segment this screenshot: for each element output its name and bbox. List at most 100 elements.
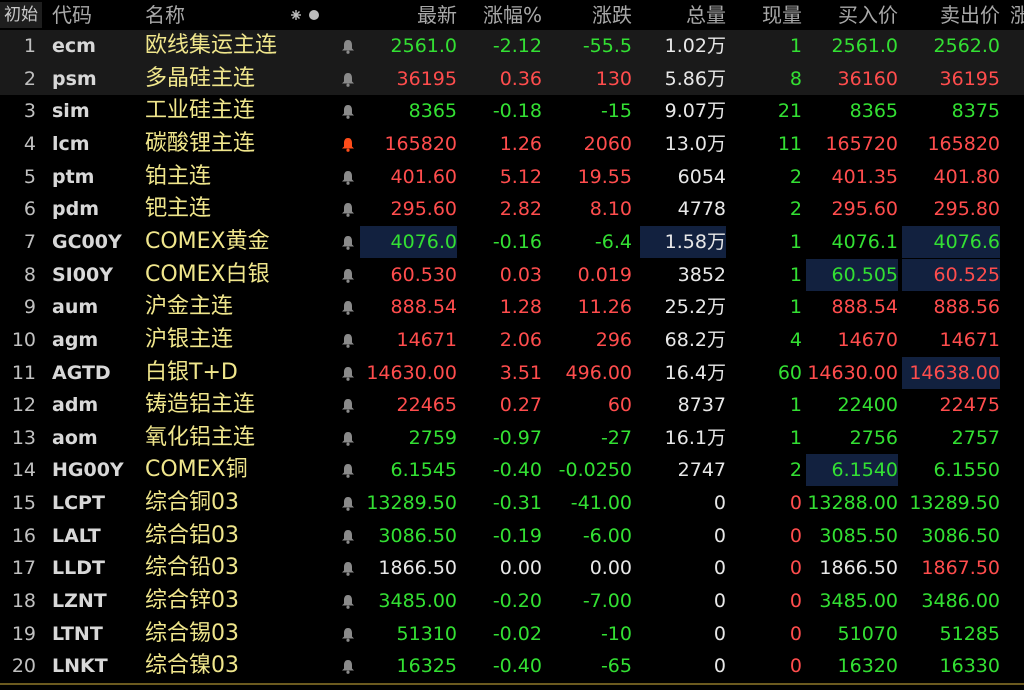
instrument-name: 沪银主连 [145, 326, 234, 352]
total-volume: 1.58万 [640, 225, 726, 258]
ask-price: 4076.6 [902, 225, 1000, 258]
col-header-more[interactable]: 涨 [1010, 0, 1024, 30]
reset-sort-button[interactable]: 初始 [0, 2, 42, 28]
last-price: 36195 [396, 67, 457, 90]
bell-icon[interactable] [340, 268, 356, 283]
instrument-name: 钯主连 [145, 196, 212, 222]
total-volume: 6054 [640, 161, 726, 193]
bell-icon[interactable] [340, 529, 356, 544]
ask-price: 3486.00 [921, 590, 1000, 613]
table-row[interactable]: 8 SI00Y COMEX白银 60.530 0.03 0.019 3852 1 60.505 6… [0, 258, 1024, 292]
bell-icon[interactable] [340, 137, 356, 152]
col-header-ask[interactable]: 卖出价 [902, 0, 1000, 30]
total-volume: 0 [640, 650, 726, 682]
table-row[interactable]: 13 aom 氧化铝主连 2759 -0.97 -27 16.1万 1 2756 2757 [0, 422, 1024, 455]
change-amount: 19.55 [577, 165, 632, 188]
bell-icon[interactable] [340, 202, 356, 218]
row-index: 8 [23, 263, 36, 286]
bell-icon[interactable] [340, 659, 356, 675]
table-row[interactable]: 2 psm 多晶硅主连 36195 0.36 130 5.86万 8 36160 36195 [0, 62, 1024, 96]
change-amount: 130 [595, 67, 632, 90]
bell-icon[interactable] [340, 333, 356, 348]
current-volume: 2 [789, 165, 802, 188]
volume-value: 0 [713, 622, 726, 645]
change-percent: 3.51 [499, 361, 542, 384]
change-amount: -7.00 [582, 590, 632, 613]
bell-icon[interactable] [340, 366, 356, 381]
change-amount: -6.4 [594, 230, 632, 253]
col-header-cur[interactable]: 现量 [734, 0, 802, 30]
bid-price: 1866.50 [819, 557, 898, 580]
table-row[interactable]: 4 lcm 碳酸锂主连 165820 1.26 2060 13.0万 11 165720 1658… [0, 128, 1024, 161]
bell-icon[interactable] [340, 39, 356, 54]
table-row[interactable]: 9 aum 沪金主连 888.54 1.28 11.26 25.2万 1 888.54 888.5… [0, 291, 1024, 324]
column-settings-icon[interactable] [290, 9, 324, 21]
volume-value: 13.0 [664, 132, 707, 155]
bell-icon[interactable] [340, 104, 356, 120]
col-header-vol[interactable]: 总量 [640, 0, 726, 30]
bell-icon[interactable] [340, 300, 356, 315]
table-row[interactable]: 12 adm 铸造铝主连 22465 0.27 60 8737 1 22400 22475 [0, 389, 1024, 422]
volume-unit: 万 [706, 100, 726, 123]
table-row[interactable]: 1 ecm 欧线集运主连 2561.0 -2.12 -55.5 1.02万 1 2561.0 25… [0, 30, 1024, 63]
instrument-name: 多晶硅主连 [145, 65, 256, 91]
volume-unit: 万 [706, 132, 726, 155]
ask-price: 60.525 [902, 258, 1000, 291]
instrument-name: COMEX白银 [145, 261, 270, 287]
instrument-name: 白银T+D [145, 359, 238, 385]
bell-icon[interactable] [340, 398, 356, 413]
table-row[interactable]: 16 LALT 综合铝03 3086.50 -0.19 -6.00 0 0 3085.50 308… [0, 520, 1024, 553]
change-percent: 1.26 [499, 132, 542, 155]
table-bottom-divider [0, 683, 1024, 685]
table-row[interactable]: 7 GC00Y COMEX黄金 4076.0 -0.16 -6.4 1.58万 1 4076.1… [0, 225, 1024, 259]
table-row[interactable]: 10 agm 沪银主连 14671 2.06 296 68.2万 4 14670 14671 [0, 324, 1024, 357]
volume-value: 9.07 [664, 100, 707, 123]
total-volume: 0 [640, 552, 726, 584]
table-row[interactable]: 17 LLDT 综合铅03 1866.50 0.00 0.00 0 0 1866.50 1867.… [0, 552, 1024, 585]
instrument-name: 综合铜03 [145, 490, 239, 516]
col-header-pct[interactable]: 涨幅% [462, 0, 542, 30]
row-index: 12 [11, 394, 36, 417]
last-price: 3485.00 [378, 590, 457, 613]
table-row[interactable]: 14 HG00Y COMEX铜 6.1545 -0.40 -0.0250 2747 2 6.15… [0, 454, 1024, 487]
volume-value: 0 [713, 524, 726, 547]
table-row[interactable]: 11 AGTD 白银T+D 14630.00 3.51 496.00 16.4万 60 1463… [0, 356, 1024, 390]
table-row[interactable]: 6 pdm 钯主连 295.60 2.82 8.10 4778 2 295.60 295.80 [0, 193, 1024, 226]
volume-value: 6054 [677, 165, 726, 188]
table-row[interactable]: 3 sim 工业硅主连 8365 -0.18 -15 9.07万 21 8365 8375 [0, 95, 1024, 128]
current-volume: 4 [789, 328, 802, 351]
instrument-name: COMEX铜 [145, 457, 248, 483]
volume-unit: 万 [706, 328, 726, 351]
col-header-chg[interactable]: 涨跌 [548, 0, 632, 30]
bell-icon[interactable] [340, 594, 356, 609]
table-row[interactable]: 19 LTNT 综合锡03 51310 -0.02 -10 0 0 51070 51285 [0, 618, 1024, 651]
table-row[interactable]: 20 LNKT 综合镍03 16325 -0.40 -65 0 0 16320 16330 [0, 650, 1024, 683]
row-index: 2 [23, 67, 36, 90]
bell-icon[interactable] [340, 496, 356, 511]
symbol-code: HG00Y [52, 459, 124, 482]
table-row[interactable]: 18 LZNT 综合锌03 3485.00 -0.20 -7.00 0 0 3485.00 348… [0, 585, 1024, 618]
volume-value: 0 [713, 590, 726, 613]
bell-icon[interactable] [340, 431, 356, 446]
bell-icon[interactable] [340, 463, 356, 479]
col-header-code[interactable]: 代码 [52, 0, 92, 30]
bell-icon[interactable] [340, 170, 356, 185]
ask-price: 888.56 [933, 296, 1000, 319]
col-header-bid[interactable]: 买入价 [806, 0, 898, 30]
last-price: 13289.50 [366, 492, 457, 515]
table-row[interactable]: 5 ptm 铂主连 401.60 5.12 19.55 6054 2 401.35 401.80 [0, 161, 1024, 194]
bell-icon[interactable] [340, 561, 356, 577]
volume-value: 25.2 [664, 296, 707, 319]
bell-icon[interactable] [340, 72, 356, 87]
bell-icon[interactable] [340, 235, 356, 250]
col-header-name[interactable]: 名称 [145, 0, 185, 30]
col-header-last[interactable]: 最新 [360, 0, 457, 30]
current-volume: 1 [789, 230, 802, 253]
bid-price: 6.1540 [806, 454, 898, 487]
last-price: 401.60 [390, 165, 457, 188]
table-row[interactable]: 15 LCPT 综合铜03 13289.50 -0.31 -41.00 0 0 13288.00… [0, 487, 1024, 520]
bell-icon[interactable] [340, 627, 356, 642]
change-amount: -15 [600, 100, 632, 123]
current-volume: 1 [789, 296, 802, 319]
change-amount: 60 [607, 394, 632, 417]
